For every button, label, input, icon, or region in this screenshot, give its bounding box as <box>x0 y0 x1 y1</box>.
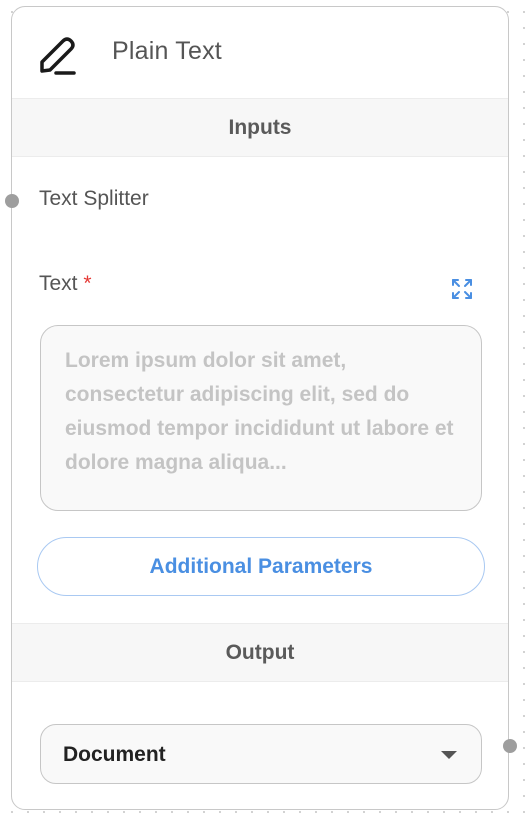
text-splitter-label: Text Splitter <box>39 187 149 210</box>
inputs-section-header: Inputs <box>12 98 508 157</box>
node-title: Plain Text <box>112 37 222 65</box>
additional-parameters-button[interactable]: Additional Parameters <box>37 537 485 596</box>
text-field-label: Text * <box>39 272 92 296</box>
expand-icon[interactable] <box>450 277 474 301</box>
node-header: Plain Text <box>12 7 508 97</box>
text-label: Text <box>39 272 78 295</box>
text-splitter-input-handle[interactable] <box>5 194 19 208</box>
chevron-down-icon <box>441 751 457 759</box>
output-type-select[interactable]: Document <box>40 724 482 784</box>
output-section-header: Output <box>12 623 508 682</box>
text-input[interactable]: Lorem ipsum dolor sit amet, consectetur … <box>40 325 482 511</box>
pencil-icon <box>36 31 76 75</box>
required-marker: * <box>83 272 92 295</box>
plain-text-node[interactable]: Plain Text Inputs Text Splitter Text * L… <box>5 6 517 810</box>
output-type-value: Document <box>63 743 166 766</box>
document-output-handle[interactable] <box>503 739 517 753</box>
